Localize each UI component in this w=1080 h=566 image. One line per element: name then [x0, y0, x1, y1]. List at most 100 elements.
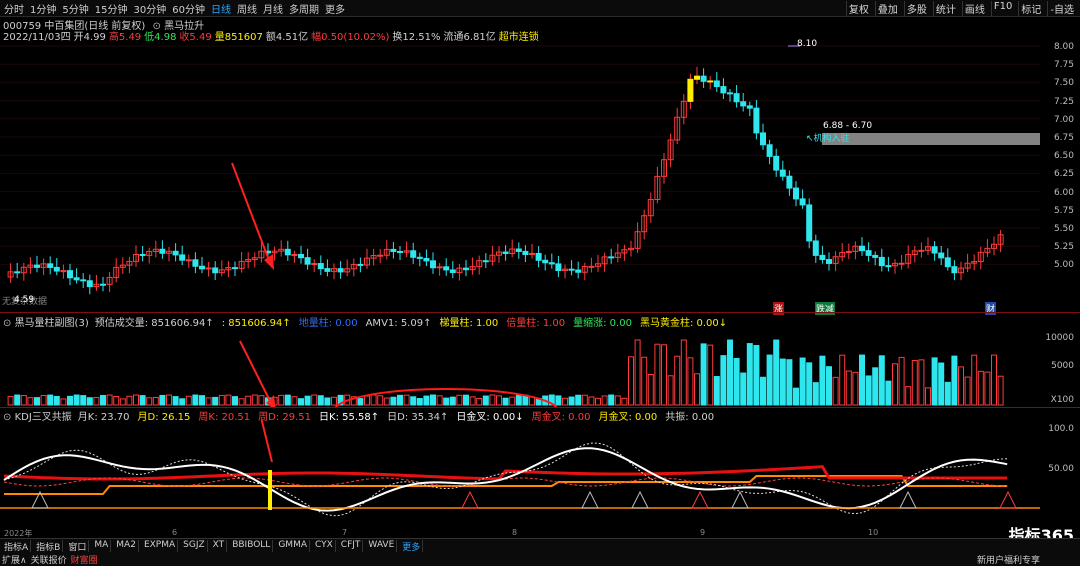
volume-bar — [766, 354, 773, 406]
tool-button-3[interactable]: 统计 — [932, 1, 958, 16]
tool-button-2[interactable]: 多股 — [903, 1, 929, 16]
volume-bar — [819, 355, 826, 406]
candle-body — [746, 105, 753, 109]
tab-7[interactable]: 周线 — [237, 1, 257, 16]
candle-body — [826, 259, 832, 264]
kdj-chart[interactable] — [0, 420, 1080, 528]
tool-button-6[interactable]: 标记 — [1018, 1, 1043, 16]
candle-body — [416, 256, 423, 259]
volume-bar — [199, 395, 205, 406]
tab-8[interactable]: 月线 — [263, 1, 283, 16]
pane-divider-1[interactable] — [0, 312, 1080, 313]
volume-bar — [397, 394, 403, 406]
tab-10[interactable]: 更多 — [325, 1, 345, 16]
candle-body — [232, 267, 238, 270]
candle-body — [806, 204, 813, 242]
volume-bar — [786, 359, 793, 406]
candle-body — [159, 248, 166, 254]
volume-bar — [489, 394, 496, 406]
candle-body — [34, 264, 40, 268]
volume-bar — [73, 394, 80, 406]
volume-bar — [496, 395, 502, 406]
tab-4[interactable]: 30分钟 — [133, 1, 166, 16]
range-label: 6.88 - 6.70 — [823, 121, 873, 131]
volume-bar — [806, 362, 813, 406]
candle-body — [337, 268, 344, 273]
volume-chart[interactable] — [0, 325, 1080, 407]
volume-bar — [661, 344, 667, 406]
candle-body — [430, 260, 436, 269]
price-chart[interactable] — [0, 38, 1080, 310]
tab-9[interactable]: 多周期 — [289, 1, 319, 16]
price-tick: 5.75 — [1053, 205, 1074, 216]
period-tabs: 分时 1分钟 5分钟 15分钟 30分钟 60分钟 日线 周线 月线 多周期 更多 — [4, 1, 345, 16]
volume-bar — [159, 394, 166, 406]
annotation-arrow-3 — [260, 420, 273, 463]
tab-3[interactable]: 15分钟 — [95, 1, 128, 16]
volume-bar — [938, 362, 945, 406]
volume-bar — [482, 395, 489, 406]
candle-body — [522, 250, 529, 255]
volume-bar — [892, 363, 898, 406]
volume-bar — [832, 376, 839, 406]
candle-body — [713, 80, 720, 88]
status-link-1[interactable]: 关联报价 — [31, 553, 67, 566]
volume-bar — [476, 397, 483, 406]
volume-bar — [47, 394, 54, 406]
volume-bar — [872, 367, 879, 406]
tool-button-4[interactable]: 画线 — [961, 1, 987, 16]
volume-bar — [377, 395, 384, 406]
chart-tools: 复权 叠加 多股 统计 画线 F10 标记 -自选 — [845, 1, 1076, 16]
candle-body — [410, 250, 417, 258]
candle-body — [311, 263, 318, 266]
candle-body — [918, 249, 925, 252]
volume-bar — [331, 396, 337, 406]
volume-bar — [614, 395, 621, 406]
candle-body — [727, 92, 733, 95]
volume-bar — [826, 366, 832, 406]
volume-bar — [423, 395, 430, 406]
candle-body — [575, 269, 582, 273]
candle-body — [793, 187, 799, 200]
volume-bar — [634, 339, 641, 406]
tool-button-1[interactable]: 叠加 — [874, 1, 900, 16]
volume-bar — [67, 395, 73, 406]
promo-text[interactable]: 新用户福利专享 — [977, 553, 1040, 566]
volume-bar — [185, 395, 192, 406]
price-axis: 8.00 7.75 7.50 7.25 7.00 6.75 6.50 6.25 6.00 5.75… — [1040, 38, 1080, 310]
volume-bar — [575, 394, 582, 406]
volume-bar — [845, 370, 852, 406]
candle-body — [100, 283, 106, 286]
volume-bar — [27, 397, 34, 406]
tool-button-5[interactable]: F10 — [990, 1, 1014, 16]
volume-bar — [410, 396, 417, 406]
period-toolbar: 分时 1分钟 5分钟 15分钟 30分钟 60分钟 日线 周线 月线 多周期 更多 复权 叠加 多股 统计… — [0, 0, 1080, 17]
volume-bar — [958, 366, 964, 406]
tab-0[interactable]: 分时 — [4, 1, 24, 16]
volume-bar — [34, 397, 40, 406]
volume-bar — [608, 394, 615, 406]
candle-body — [291, 253, 298, 256]
volume-bar — [298, 398, 304, 406]
volume-bar — [126, 395, 133, 406]
tab-5[interactable]: 60分钟 — [172, 1, 205, 16]
volume-bar — [641, 356, 648, 406]
tool-button-0[interactable]: 复权 — [845, 1, 871, 16]
price-tick: 6.50 — [1053, 151, 1074, 162]
tab-1[interactable]: 1分钟 — [30, 1, 56, 16]
price-tick: 5.00 — [1053, 260, 1074, 271]
candle-body — [515, 248, 522, 252]
status-link-2[interactable]: 财富圈 — [71, 553, 98, 566]
tab-6[interactable]: 日线 — [211, 1, 231, 16]
volume-bar — [416, 398, 423, 406]
volume-bar — [773, 339, 780, 406]
candle-body — [812, 240, 819, 256]
candle-body — [185, 259, 192, 262]
status-link-0[interactable]: 扩展∧ — [2, 553, 27, 566]
tab-2[interactable]: 5分钟 — [62, 1, 88, 16]
volume-bar — [463, 394, 469, 406]
candle-body — [938, 252, 945, 259]
volume-bar — [581, 394, 588, 406]
tool-button-7[interactable]: -自选 — [1047, 1, 1076, 16]
price-tick: 7.50 — [1053, 78, 1074, 89]
